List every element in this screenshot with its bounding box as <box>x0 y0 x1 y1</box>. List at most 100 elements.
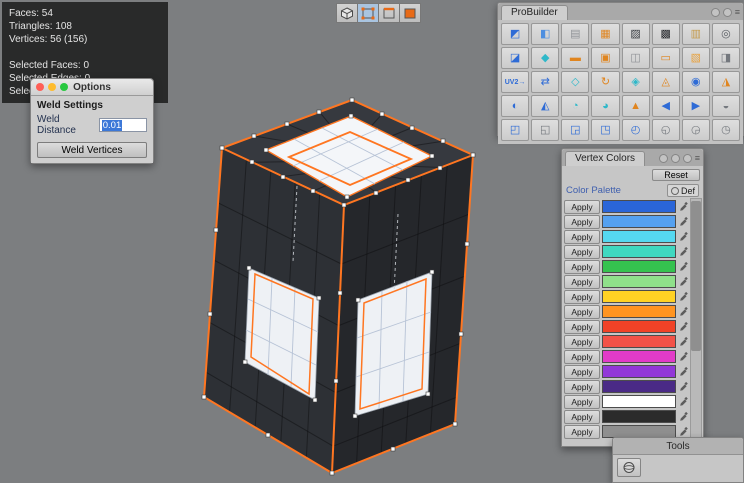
vertex-handle[interactable] <box>353 414 357 418</box>
tab-probuilder[interactable]: ProBuilder <box>501 5 568 20</box>
vertex-mode-button[interactable] <box>357 3 379 23</box>
apply-button[interactable]: Apply <box>564 350 600 364</box>
color-picker-icon[interactable] <box>678 306 689 317</box>
color-picker-icon[interactable] <box>678 231 689 242</box>
apply-button[interactable]: Apply <box>564 245 600 259</box>
apply-button[interactable]: Apply <box>564 305 600 319</box>
window-menu-icon[interactable]: ≡ <box>735 8 740 17</box>
vertex-handle[interactable] <box>252 134 256 138</box>
vertex-handle[interactable] <box>459 332 463 336</box>
window-control-icon[interactable] <box>711 8 720 17</box>
probuilder-tool-button[interactable]: ◨ <box>712 47 740 69</box>
probuilder-tool-button[interactable]: ◶ <box>682 119 710 141</box>
probuilder-tool-button[interactable]: ▲ <box>622 95 650 117</box>
probuilder-tool-button[interactable]: ◔ <box>561 95 589 117</box>
probuilder-tool-button[interactable]: ◪ <box>501 47 529 69</box>
close-icon[interactable] <box>36 83 44 91</box>
vertex-handle[interactable] <box>317 296 321 300</box>
vertex-handle[interactable] <box>338 291 342 295</box>
color-swatch[interactable] <box>602 215 676 228</box>
scrollbar[interactable] <box>690 198 702 444</box>
scrollbar-thumb[interactable] <box>691 201 701 351</box>
probuilder-tool-button[interactable]: ◧ <box>531 23 559 45</box>
vertex-handle[interactable] <box>250 160 254 164</box>
weld-distance-input[interactable]: 0.01 <box>99 118 147 132</box>
color-swatch[interactable] <box>602 200 676 213</box>
probuilder-tool-button[interactable]: ◉ <box>682 71 710 93</box>
apply-button[interactable]: Apply <box>564 365 600 379</box>
vertex-handle[interactable] <box>356 298 360 302</box>
object-mode-button[interactable] <box>336 3 358 23</box>
apply-button[interactable]: Apply <box>564 425 600 439</box>
probuilder-tool-button[interactable]: ◭ <box>531 95 559 117</box>
vertex-handle[interactable] <box>266 433 270 437</box>
color-picker-icon[interactable] <box>678 336 689 347</box>
apply-button[interactable]: Apply <box>564 260 600 274</box>
color-swatch[interactable] <box>602 290 676 303</box>
probuilder-tool-button[interactable]: ◇ <box>561 71 589 93</box>
probuilder-tool-button[interactable]: ▩ <box>652 23 680 45</box>
vertex-handle[interactable] <box>374 191 378 195</box>
color-swatch[interactable] <box>602 380 676 393</box>
probuilder-tool-button[interactable]: ◰ <box>501 119 529 141</box>
apply-button[interactable]: Apply <box>564 215 600 229</box>
vertex-handle[interactable] <box>313 398 317 402</box>
apply-button[interactable]: Apply <box>564 230 600 244</box>
apply-button[interactable]: Apply <box>564 290 600 304</box>
color-picker-icon[interactable] <box>678 381 689 392</box>
vertex-handle[interactable] <box>264 148 268 152</box>
unity-scene-view[interactable]: Faces: 54Triangles: 108Vertices: 56 (156… <box>0 0 744 478</box>
probuilder-tool-button[interactable]: ◐ <box>501 95 529 117</box>
tab-vertex-colors[interactable]: Vertex Colors <box>565 151 645 166</box>
color-picker-icon[interactable] <box>678 261 689 272</box>
vertex-handle[interactable] <box>465 242 469 246</box>
vertex-handle[interactable] <box>345 195 349 199</box>
vertex-handle[interactable] <box>285 122 289 126</box>
probuilder-tool-button[interactable]: ▬ <box>561 47 589 69</box>
vertex-handle[interactable] <box>406 178 410 182</box>
probuilder-tool-button[interactable]: ▨ <box>622 23 650 45</box>
probuilder-tool-button[interactable]: ◎ <box>712 23 740 45</box>
probuilder-tool-button[interactable]: ▣ <box>591 47 619 69</box>
probuilder-tool-button[interactable]: ◆ <box>531 47 559 69</box>
apply-button[interactable]: Apply <box>564 395 600 409</box>
color-picker-icon[interactable] <box>678 276 689 287</box>
window-control-icon[interactable] <box>671 154 680 163</box>
window-control-icon[interactable] <box>683 154 692 163</box>
vertex-handle[interactable] <box>342 203 346 207</box>
window-control-icon[interactable] <box>723 8 732 17</box>
vertex-handle[interactable] <box>243 360 247 364</box>
color-picker-icon[interactable] <box>678 321 689 332</box>
color-swatch[interactable] <box>602 410 676 423</box>
vertex-handle[interactable] <box>202 395 206 399</box>
color-picker-icon[interactable] <box>678 291 689 302</box>
probuilder-tool-button[interactable]: ◈ <box>622 71 650 93</box>
vertex-handle[interactable] <box>214 228 218 232</box>
tools-button[interactable] <box>617 458 641 477</box>
probuilder-tool-button[interactable]: ▦ <box>591 23 619 45</box>
vertex-handle[interactable] <box>441 139 445 143</box>
color-picker-icon[interactable] <box>678 411 689 422</box>
vertex-handle[interactable] <box>391 447 395 451</box>
window-menu-icon[interactable]: ≡ <box>695 154 700 163</box>
vertex-handle[interactable] <box>471 153 475 157</box>
color-picker-icon[interactable] <box>678 351 689 362</box>
probuilder-tool-button[interactable]: ▶ <box>682 95 710 117</box>
color-picker-icon[interactable] <box>678 396 689 407</box>
probuilder-tool-button[interactable]: ▭ <box>652 47 680 69</box>
apply-button[interactable]: Apply <box>564 200 600 214</box>
color-swatch[interactable] <box>602 335 676 348</box>
probuilder-tool-button[interactable]: ◮ <box>712 71 740 93</box>
color-swatch[interactable] <box>602 350 676 363</box>
probuilder-tool-button[interactable]: ◲ <box>561 119 589 141</box>
probuilder-tool-button[interactable]: UV2→ <box>501 71 529 93</box>
color-swatch[interactable] <box>602 365 676 378</box>
color-swatch[interactable] <box>602 245 676 258</box>
zoom-icon[interactable] <box>60 83 68 91</box>
vertex-handle[interactable] <box>330 471 334 475</box>
probuilder-tool-button[interactable]: ◒ <box>712 95 740 117</box>
apply-button[interactable]: Apply <box>564 410 600 424</box>
probuilder-tool-button[interactable]: ▧ <box>682 47 710 69</box>
color-swatch[interactable] <box>602 320 676 333</box>
color-picker-icon[interactable] <box>678 246 689 257</box>
